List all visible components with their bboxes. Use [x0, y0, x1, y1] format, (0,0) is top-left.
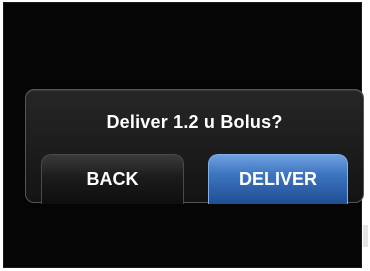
device-screen: Deliver 1.2 u Bolus? BACK DELIVER — [3, 2, 364, 268]
deliver-button[interactable]: DELIVER — [208, 154, 348, 204]
dialog-prompt: Deliver 1.2 u Bolus? — [106, 112, 283, 132]
back-button[interactable]: BACK — [41, 154, 184, 204]
bolus-confirm-dialog: Deliver 1.2 u Bolus? BACK DELIVER — [25, 89, 364, 204]
edge-artifact — [363, 225, 368, 247]
